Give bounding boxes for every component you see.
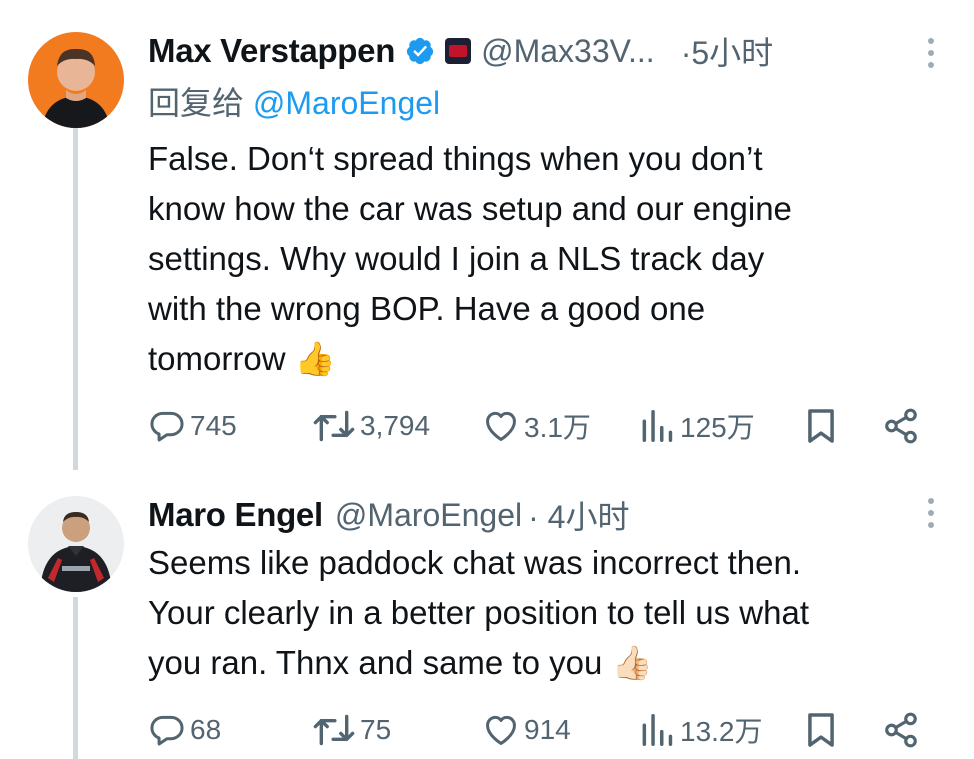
reply-to-line: 回复给 @MaroEngel bbox=[148, 78, 440, 124]
reply-count: 68 bbox=[190, 714, 222, 745]
bookmark-icon bbox=[808, 713, 834, 747]
reply-to-prefix: 回复给 bbox=[148, 85, 245, 121]
views-button[interactable]: 125万 bbox=[638, 404, 755, 448]
action-bar: 68 75 914 13.2万 bbox=[148, 708, 928, 752]
reply-icon bbox=[150, 715, 184, 746]
author-handle[interactable]: @MaroEngel bbox=[335, 497, 522, 534]
repost-button[interactable]: 75 bbox=[312, 708, 391, 752]
action-bar: 745 3,794 3.1万 125万 bbox=[148, 404, 928, 448]
tweet-text-line: Your clearly in a better position to tel… bbox=[148, 594, 809, 631]
views-icon bbox=[642, 410, 673, 442]
tweet-text: Seems like paddock chat was incorrect th… bbox=[148, 538, 948, 688]
share-button[interactable] bbox=[882, 404, 920, 448]
tweet-text-line: tomorrow 👍 bbox=[148, 340, 336, 377]
like-icon bbox=[486, 411, 516, 441]
tweet[interactable]: Maro Engel @MaroEngel · 4小时 Seems like p… bbox=[0, 480, 974, 759]
timestamp[interactable]: · 4小时 bbox=[528, 492, 629, 538]
author-name[interactable]: Maro Engel bbox=[148, 496, 323, 534]
reply-icon bbox=[150, 411, 184, 442]
share-button[interactable] bbox=[882, 708, 920, 752]
bookmark-icon bbox=[808, 409, 834, 443]
repost-icon bbox=[313, 410, 355, 442]
reply-button[interactable]: 68 bbox=[148, 708, 221, 752]
like-count: 914 bbox=[524, 714, 571, 745]
bookmark-button[interactable] bbox=[802, 404, 840, 448]
more-icon[interactable] bbox=[928, 498, 936, 528]
tweet-text-line: you ran. Thnx and same to you 👍🏻 bbox=[148, 644, 653, 681]
like-button[interactable]: 914 bbox=[482, 708, 571, 752]
author-handle[interactable]: @Max33V... bbox=[481, 33, 655, 70]
repost-count: 3,794 bbox=[360, 410, 431, 441]
repost-icon bbox=[313, 714, 355, 746]
tweet[interactable]: Max Verstappen @Max33V... ·5小时 回复给 @Maro… bbox=[0, 0, 974, 480]
views-icon bbox=[642, 714, 673, 746]
tweet-text-line: know how the car was setup and our engin… bbox=[148, 190, 792, 227]
author-name[interactable]: Max Verstappen bbox=[148, 32, 395, 70]
avatar[interactable] bbox=[28, 496, 124, 592]
tweet-text-line: settings. Why would I join a NLS track d… bbox=[148, 240, 765, 277]
tweet-text-line: with the wrong BOP. Have a good one bbox=[148, 290, 706, 327]
repost-count: 75 bbox=[360, 714, 392, 745]
share-icon bbox=[885, 712, 917, 748]
views-button[interactable]: 13.2万 bbox=[638, 708, 763, 752]
share-icon bbox=[885, 408, 917, 444]
like-button[interactable]: 3.1万 bbox=[482, 404, 591, 448]
views-count: 13.2万 bbox=[680, 716, 763, 747]
reply-to-mention[interactable]: @MaroEngel bbox=[253, 85, 440, 121]
tweet-text: False. Don‘t spread things when you don’… bbox=[148, 134, 928, 384]
timestamp[interactable]: ·5小时 bbox=[681, 28, 773, 74]
avatar[interactable] bbox=[28, 32, 124, 128]
reply-button[interactable]: 745 bbox=[148, 404, 237, 448]
affiliate-badge-icon[interactable] bbox=[445, 38, 472, 64]
reply-count: 745 bbox=[190, 410, 237, 441]
tweet-header: Max Verstappen @Max33V... ·5小时 bbox=[148, 26, 773, 76]
views-count: 125万 bbox=[680, 412, 755, 443]
like-icon bbox=[486, 715, 516, 745]
bookmark-button[interactable] bbox=[802, 708, 840, 752]
repost-button[interactable]: 3,794 bbox=[312, 404, 430, 448]
tweet-text-line: False. Don‘t spread things when you don’… bbox=[148, 140, 763, 177]
like-count: 3.1万 bbox=[524, 412, 591, 443]
more-icon[interactable] bbox=[928, 38, 936, 68]
verified-badge-icon bbox=[406, 37, 434, 65]
tweet-header: Maro Engel @MaroEngel · 4小时 bbox=[148, 490, 629, 540]
tweet-text-line: Seems like paddock chat was incorrect th… bbox=[148, 544, 801, 581]
